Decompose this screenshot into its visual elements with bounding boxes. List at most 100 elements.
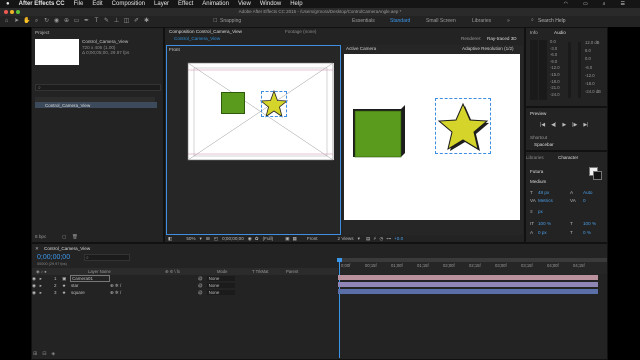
current-time-display[interactable]: 0;00;00;00 — [222, 236, 244, 241]
audio-tab[interactable]: Audio — [554, 30, 566, 35]
exposure-value[interactable]: +0.0 — [394, 236, 403, 241]
audio-fader-left[interactable] — [568, 42, 571, 98]
play-icon[interactable]: ▶ — [562, 122, 566, 128]
layer-switches[interactable]: ⊕ ✲ / — [110, 290, 134, 296]
next-frame-icon[interactable]: |▶ — [572, 122, 577, 128]
workspace-libraries[interactable]: Libraries — [472, 18, 491, 24]
rotate-tool-icon[interactable]: ↻ — [43, 18, 50, 25]
timeline-current-time[interactable]: 0;00;00;00 — [37, 254, 70, 261]
menu-file[interactable]: File — [74, 1, 84, 7]
camera-square-layer[interactable] — [353, 105, 413, 167]
zoom-window-button[interactable] — [16, 10, 20, 14]
font-size-value[interactable]: 48 px — [538, 190, 549, 195]
footage-tab[interactable]: Footage (none) — [285, 29, 316, 34]
col-mode[interactable]: Mode — [217, 269, 227, 274]
search-help-input[interactable]: Search Help — [538, 18, 566, 24]
project-tab[interactable]: Project — [35, 30, 49, 35]
parent-pickwhip-icon[interactable]: @ — [198, 276, 203, 281]
app-menu[interactable]: After Effects CC — [19, 1, 65, 7]
workspace-more-icon[interactable]: » — [507, 18, 510, 24]
eraser-tool-icon[interactable]: ◫ — [123, 18, 130, 25]
bpc-toggle[interactable]: 8 bpc — [35, 234, 46, 239]
leading-value[interactable]: Auto — [583, 190, 592, 195]
character-tab[interactable]: Character — [558, 155, 578, 160]
font-family-dropdown[interactable]: Futura — [530, 169, 543, 174]
region-of-interest-icon[interactable]: ▣ — [285, 236, 289, 242]
project-item-row[interactable]: Control_Camera_View — [35, 102, 157, 108]
layer-duration-bar[interactable] — [338, 275, 598, 280]
notifications-icon[interactable]: ☰ — [621, 1, 625, 7]
battery-icon[interactable]: ▭ — [583, 1, 588, 7]
prev-frame-icon[interactable]: ◀| — [551, 122, 556, 128]
comp-tab[interactable]: Composition Control_Camera_View — [169, 29, 242, 34]
layer-switches[interactable]: ⊕ ✲ / — [110, 283, 134, 289]
toggle-pixel-icon[interactable]: ▤ — [366, 236, 370, 242]
comp-breadcrumb[interactable]: Control_Camera_View — [174, 36, 220, 41]
zoom-tool-icon[interactable]: ⌕ — [33, 18, 40, 25]
zoom-dropdown[interactable]: 50% — [186, 236, 195, 241]
pan-behind-tool-icon[interactable]: ⊕ — [63, 18, 70, 25]
col-parent[interactable]: Parent — [286, 269, 298, 274]
always-preview-icon[interactable]: ◧ — [168, 236, 172, 242]
selection-tool-icon[interactable]: ➤ — [13, 18, 20, 25]
project-search-input[interactable]: ⌕ — [35, 84, 161, 91]
toggle-modes-icon[interactable]: ◈ — [51, 351, 55, 357]
horizontal-scale-value[interactable]: 100 % — [583, 221, 596, 226]
baseline-shift-value[interactable]: 0 px — [538, 230, 547, 235]
transparency-grid-icon[interactable]: ▦ — [292, 236, 296, 242]
render-time-icon[interactable]: ⊞ — [33, 351, 37, 357]
layer-name[interactable]: Camera01 — [70, 275, 110, 282]
roto-tool-icon[interactable]: ✐ — [133, 18, 140, 25]
timeline-tab[interactable]: Control_Camera_View — [44, 246, 90, 251]
info-tab[interactable]: Info — [530, 30, 538, 35]
camera-tool-icon[interactable]: ◉ — [53, 18, 60, 25]
layer-row[interactable]: ◉ ▸ 2 ★ star ⊕ ✲ / @ None — [32, 282, 330, 289]
apple-icon[interactable]: ● — [6, 1, 10, 7]
active-camera-view[interactable]: Active Camera Adaptive Resolution (1/2) — [343, 45, 523, 235]
last-frame-icon[interactable]: ▶| — [583, 122, 588, 128]
stroke-width-value[interactable]: px — [538, 209, 543, 214]
puppet-tool-icon[interactable]: ✱ — [143, 18, 150, 25]
channel-icon[interactable]: ✿ — [255, 236, 259, 242]
front-view[interactable]: Front — [166, 45, 341, 235]
layer-row[interactable]: ◉ ▸ 3 ★ square ⊕ ✲ / @ None — [32, 289, 330, 296]
stamp-tool-icon[interactable]: ⊥ — [113, 18, 120, 25]
close-window-button[interactable] — [4, 10, 8, 14]
stroke-color-swatch[interactable] — [593, 171, 602, 180]
layer-duration-bar[interactable] — [338, 289, 598, 294]
menu-help[interactable]: Help — [290, 1, 302, 7]
safe-zones-icon[interactable]: ⊞ — [206, 236, 210, 242]
parent-dropdown[interactable]: None — [206, 276, 235, 281]
parent-dropdown[interactable]: None — [206, 283, 235, 288]
layer-duration-bar[interactable] — [338, 282, 598, 287]
layer-switches-icon[interactable]: ◉ ▸ — [32, 276, 54, 282]
libraries-tab[interactable]: Libraries — [526, 155, 544, 160]
work-area-bar[interactable] — [339, 258, 607, 262]
rectangle-tool-icon[interactable]: ▭ — [73, 18, 80, 25]
menu-layer[interactable]: Layer — [154, 1, 169, 7]
fast-previews-icon[interactable]: ⚡ — [373, 236, 376, 242]
3d-view-dropdown[interactable]: Front — [307, 236, 318, 241]
timeline-icon[interactable]: ◷ — [379, 236, 383, 242]
front-square-layer[interactable] — [221, 92, 245, 114]
spotlight-icon[interactable]: ⌕ — [603, 1, 606, 7]
snapshot-icon[interactable]: ◉ — [248, 236, 252, 242]
parent-pickwhip-icon[interactable]: @ — [198, 290, 203, 295]
renderer-value[interactable]: Ray-traced 3D — [487, 36, 517, 41]
home-icon[interactable]: ⌂ — [3, 18, 10, 25]
hand-tool-icon[interactable]: ✋ — [23, 18, 30, 25]
shortcut-dropdown[interactable]: Spacebar — [534, 142, 554, 147]
audio-fader-right[interactable] — [578, 42, 581, 98]
kerning-value[interactable]: Metrics — [538, 198, 553, 203]
preview-tab[interactable]: Preview — [530, 111, 546, 116]
zoom-dropdown-arrow-icon[interactable]: ▾ — [200, 236, 202, 242]
vertical-scale-value[interactable]: 100 % — [538, 221, 551, 226]
col-layer-name[interactable]: Layer Name — [88, 269, 111, 274]
menu-composition[interactable]: Composition — [112, 1, 145, 7]
workspace-small-screen[interactable]: Small Screen — [426, 18, 456, 24]
font-style-dropdown[interactable]: Medium — [530, 179, 546, 184]
expand-switches-icon[interactable]: ⊟ — [42, 351, 46, 357]
first-frame-icon[interactable]: |◀ — [540, 122, 545, 128]
menu-window[interactable]: Window — [260, 1, 281, 7]
workspace-standard[interactable]: Standard — [390, 18, 410, 24]
